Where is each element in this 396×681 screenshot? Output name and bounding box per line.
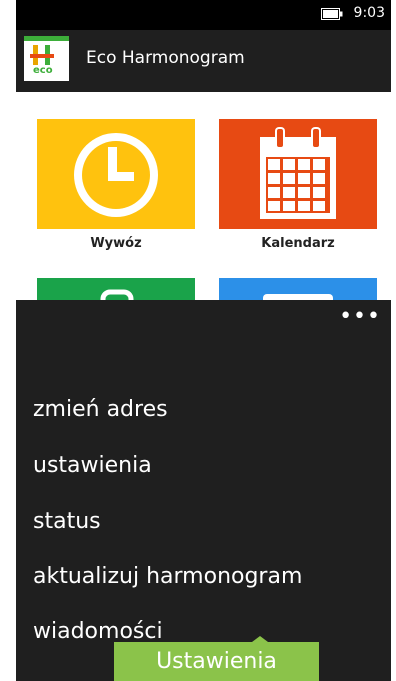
tile-label-wywoz: Wywóz [90,236,142,251]
phone-screen: 9:03 eco Eco Harmonogram Wywóz Kalendarz… [16,0,391,681]
toast-text: Ustawienia [156,649,277,674]
clock-icon [74,133,158,217]
menu-item-ustawienia[interactable]: ustawienia [33,453,152,478]
menu-item-status[interactable]: status [33,509,101,534]
menu-item-zmien-adres[interactable]: zmień adres [33,397,168,422]
toast-notch [252,636,268,642]
more-options-button[interactable]: ••• [339,304,381,329]
menu-item-wiadomosci[interactable]: wiadomości [33,619,163,644]
status-time: 9:03 [353,5,385,21]
tile-wywoz[interactable] [37,119,195,229]
tile-label-kalendarz: Kalendarz [261,236,335,251]
app-logo: eco [24,36,69,81]
battery-icon [321,8,343,20]
logo-text: eco [33,65,53,76]
app-bar: eco Eco Harmonogram [16,30,391,92]
status-bar: 9:03 [16,0,391,30]
app-title: Eco Harmonogram [86,48,245,68]
toast-message: Ustawienia [114,636,319,681]
app-bar-menu: ••• zmień adres ustawienia status aktual… [16,300,391,681]
h-logo-icon [30,45,54,65]
tile-kalendarz[interactable] [219,119,377,229]
calendar-icon [260,127,336,219]
menu-item-aktualizuj-harmonogram[interactable]: aktualizuj harmonogram [33,564,302,589]
